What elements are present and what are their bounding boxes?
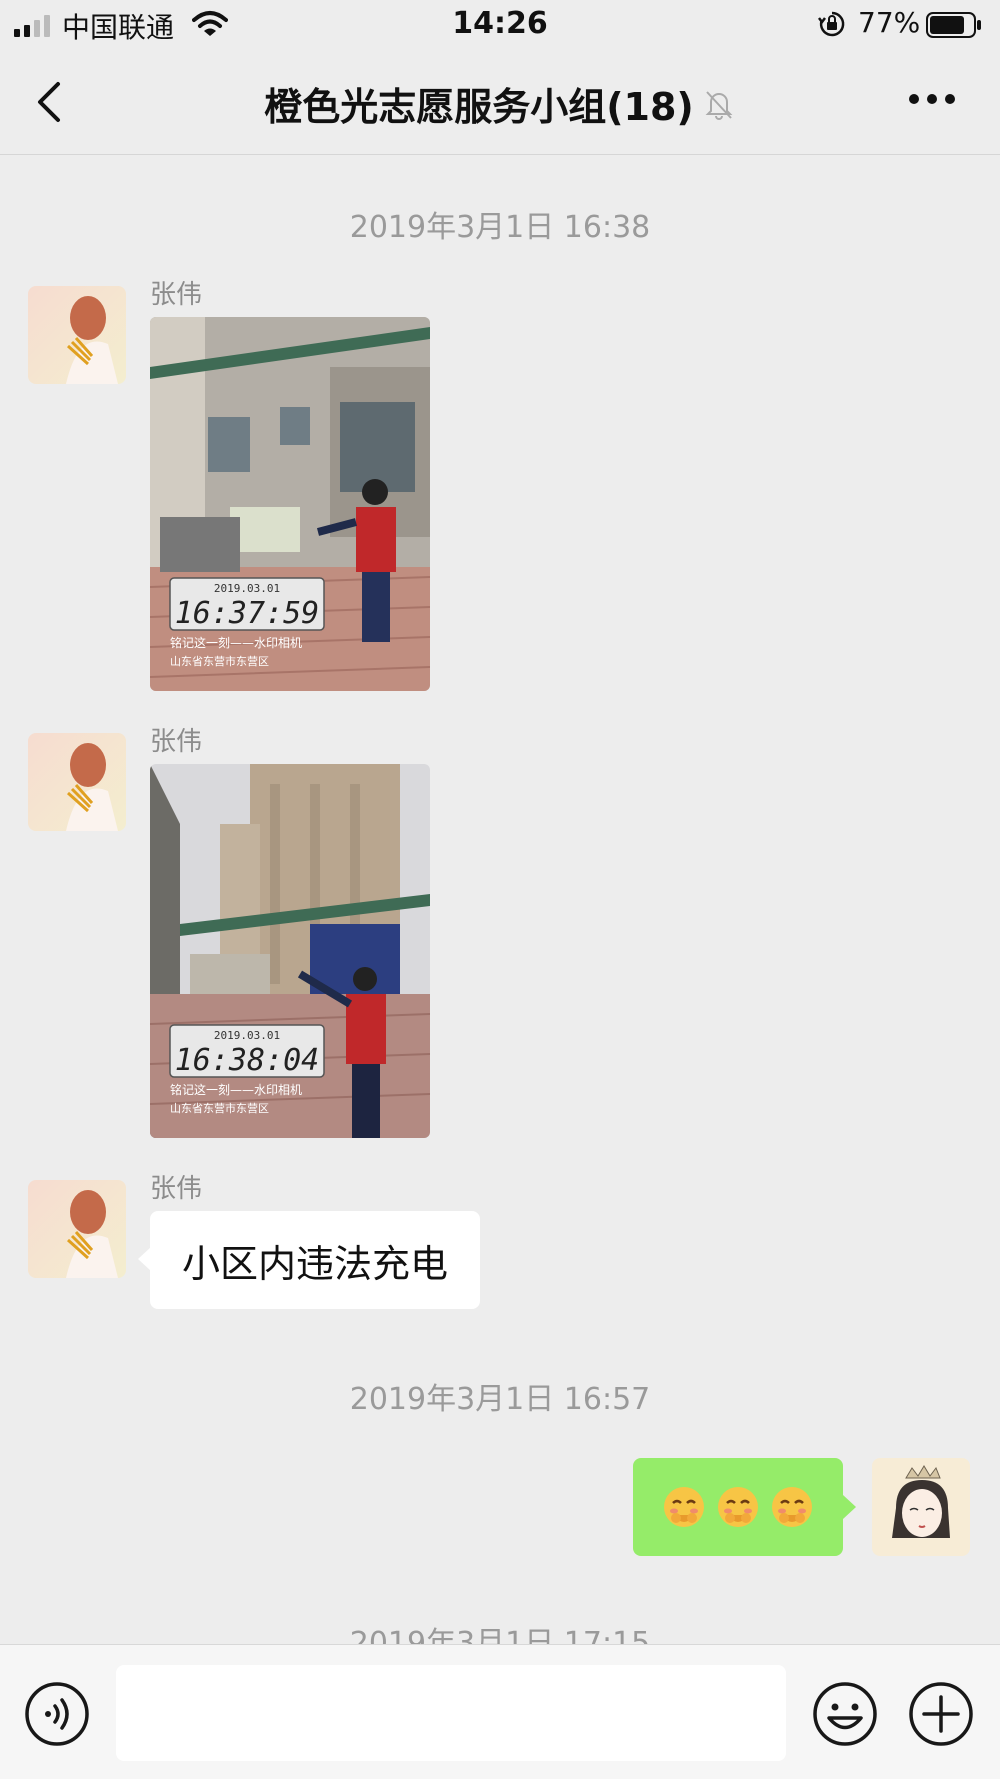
outgoing-message-bubble[interactable] [633, 1458, 856, 1556]
battery-percentage: 77% [858, 6, 921, 39]
photo-watermark-location: 山东省东营市东营区 [170, 1101, 269, 1115]
more-icon[interactable] [908, 92, 956, 106]
text-message-bubble[interactable]: 小区内违法充电 [137, 1211, 481, 1309]
battery-icon [926, 12, 981, 38]
sender-name: 张伟 [150, 280, 203, 310]
sender-name: 张伟 [150, 727, 203, 757]
input-toolbar [0, 1644, 1000, 1779]
image-message[interactable]: 2019.03.01 16:37:59 铭记这一刻——水印相机 山东省东营市东营… [150, 317, 430, 691]
mute-bell-icon [705, 90, 733, 120]
chat-header: 橙色光志愿服务小组(18) [0, 50, 1000, 155]
image-message[interactable]: 2019.03.01 16:38:04 铭记这一刻——水印相机 山东省东营市东营… [150, 764, 430, 1138]
chuckle-emoji-icon [718, 1487, 758, 1527]
message-input[interactable] [116, 1665, 786, 1761]
self-avatar[interactable] [872, 1458, 970, 1556]
emoji-icon[interactable] [812, 1681, 878, 1747]
voice-icon[interactable] [24, 1681, 90, 1747]
photo-watermark-date: 2019.03.01 [214, 1029, 280, 1042]
plus-icon[interactable] [908, 1681, 974, 1747]
photo-watermark-location: 山东省东营市东营区 [170, 654, 269, 668]
clock: 14:26 [452, 6, 548, 41]
chat-title: 橙色光志愿服务小组(18) [264, 85, 694, 129]
sender-name: 张伟 [150, 1174, 203, 1204]
photo-watermark-slogan: 铭记这一刻——水印相机 [170, 1082, 302, 1097]
status-bar: 中国联通 14:26 77% [0, 0, 1000, 50]
avatar[interactable] [28, 733, 126, 831]
rotation-lock-icon [818, 11, 845, 37]
photo-watermark-time: 16:38:04 [175, 1043, 320, 1078]
photo-watermark-slogan: 铭记这一刻——水印相机 [170, 635, 302, 650]
photo-watermark-time: 16:37:59 [175, 596, 320, 631]
timestamp: 2019年3月1日 16:57 [349, 1382, 651, 1417]
chuckle-emoji-icon [664, 1487, 704, 1527]
avatar[interactable] [28, 286, 126, 384]
photo-watermark-date: 2019.03.01 [214, 582, 280, 595]
chuckle-emoji-icon [772, 1487, 812, 1527]
timestamp: 2019年3月1日 16:38 [349, 210, 651, 245]
chat-title-container: 橙色光志愿服务小组(18) [0, 76, 1000, 131]
message-text: 小区内违法充电 [182, 1241, 449, 1286]
avatar[interactable] [28, 1180, 126, 1278]
